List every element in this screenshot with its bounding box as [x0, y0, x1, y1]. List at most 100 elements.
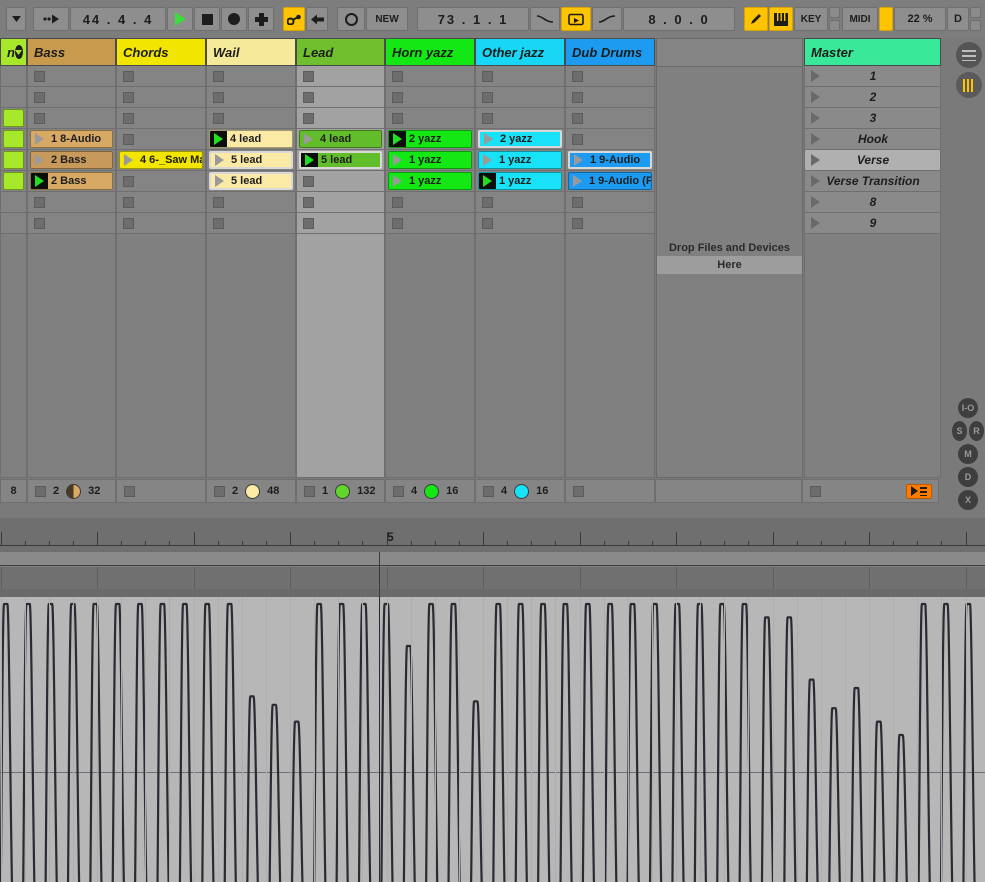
clip[interactable]: 5 lead	[209, 151, 293, 169]
scene-launch-icon[interactable]	[811, 175, 820, 187]
clip-slot[interactable]	[296, 108, 385, 129]
clip-slot[interactable]: 2 yazz	[475, 129, 565, 150]
clip-slot[interactable]: 1 yazz	[475, 171, 565, 192]
scene-row[interactable]: 1	[804, 66, 941, 87]
track-pan-knob[interactable]	[424, 483, 440, 499]
returns-toggle[interactable]: R	[969, 421, 984, 441]
clip-slot[interactable]	[385, 87, 475, 108]
clip[interactable]: 5 lead	[299, 151, 382, 169]
clip-slot[interactable]	[475, 192, 565, 213]
track-header[interactable]: Horn yazz	[385, 38, 475, 66]
sends-toggle[interactable]: S	[952, 421, 967, 441]
clip-stop-button[interactable]	[392, 196, 403, 208]
clip-slot[interactable]	[27, 108, 116, 129]
clip-slot[interactable]	[475, 87, 565, 108]
clip-stop-button[interactable]	[482, 70, 493, 82]
metronome-tap-icon[interactable]	[33, 7, 69, 31]
clip-stop-button[interactable]	[303, 217, 314, 229]
clip-stop-button[interactable]	[303, 91, 314, 103]
clip[interactable]: 1 yazz	[388, 151, 472, 169]
clip[interactable]: 1 yazz	[478, 172, 562, 190]
clip-stop-button[interactable]	[123, 133, 134, 145]
clip-stop-button[interactable]	[392, 70, 403, 82]
master-activator[interactable]	[810, 485, 821, 497]
clip-stop-button[interactable]	[213, 91, 224, 103]
clip-stop-button[interactable]	[572, 196, 583, 208]
clip-launch-icon[interactable]	[31, 131, 48, 147]
track-header[interactable]: Lead	[296, 38, 385, 66]
clip-slot[interactable]: 2 Bass	[27, 171, 116, 192]
master-track-header[interactable]: Master	[804, 38, 941, 66]
clip-stop-button[interactable]	[34, 70, 45, 82]
clip-slot[interactable]	[385, 192, 475, 213]
clip-stop-button[interactable]	[303, 112, 314, 124]
clip[interactable]: 2 Bass	[30, 172, 113, 190]
clip-slot[interactable]: 1 yazz	[385, 150, 475, 171]
clip-slot[interactable]	[565, 66, 655, 87]
clip-slot[interactable]	[296, 87, 385, 108]
clip-stop-button[interactable]	[572, 217, 583, 229]
in-out-toggle[interactable]: I-O	[958, 398, 978, 418]
clip-slot[interactable]	[0, 213, 27, 234]
track-activator[interactable]	[393, 485, 404, 497]
clip-slot[interactable]	[565, 108, 655, 129]
clip-launch-icon[interactable]	[479, 152, 496, 168]
scene-row[interactable]: 8	[804, 192, 941, 213]
clip-slot[interactable]	[0, 171, 27, 192]
clip-launch-icon[interactable]	[570, 153, 587, 167]
clip[interactable]: 2 yazz	[388, 130, 472, 148]
arrangement-position[interactable]: 44 . 4 . 4	[70, 7, 166, 31]
loop-start-field[interactable]: 73 . 1 . 1	[417, 7, 529, 31]
clip[interactable]: 2 yazz	[478, 130, 562, 148]
track-activator[interactable]	[35, 485, 46, 497]
scene-row[interactable]: 2	[804, 87, 941, 108]
clip-launch-icon[interactable]	[389, 173, 406, 189]
clip-stop-button[interactable]	[123, 175, 134, 187]
chevron-down-icon[interactable]	[6, 7, 26, 31]
clip-slot[interactable]	[0, 192, 27, 213]
clip[interactable]: 4 6-_Saw Ma	[119, 151, 203, 169]
waveform-display[interactable]	[0, 597, 985, 882]
clip-stop-button[interactable]	[572, 91, 583, 103]
clip-slot[interactable]	[565, 87, 655, 108]
mini-slot-top[interactable]	[829, 7, 840, 18]
clip-slot[interactable]: 4 6-_Saw Ma	[116, 150, 206, 171]
scene-launch-icon[interactable]	[811, 70, 820, 82]
clip-slot[interactable]	[206, 66, 296, 87]
loop-switch-icon[interactable]	[561, 7, 591, 31]
track-activator[interactable]	[304, 485, 315, 497]
clip[interactable]: 1 yazz	[388, 172, 472, 190]
clip-slot[interactable]	[27, 192, 116, 213]
clip[interactable]: 1 9-Audio (F	[568, 172, 652, 190]
clip[interactable]: 1 8-Audio	[30, 130, 113, 148]
clip-slot[interactable]	[206, 87, 296, 108]
clip-slot[interactable]	[565, 129, 655, 150]
clip-slot[interactable]: 5 lead	[296, 150, 385, 171]
clip-play-icon[interactable]	[389, 131, 406, 147]
clip[interactable]: 4 lead	[209, 130, 293, 148]
scene-row[interactable]: Verse	[804, 150, 941, 171]
scene-launch-icon[interactable]	[811, 154, 820, 166]
clip-stop-button[interactable]	[123, 112, 134, 124]
clip-slot[interactable]: 2 Bass	[27, 150, 116, 171]
track-header-partial[interactable]: n	[0, 38, 27, 66]
stop-button[interactable]	[194, 7, 220, 31]
track-activator[interactable]	[124, 485, 135, 497]
clip-slot[interactable]	[116, 171, 206, 192]
track-activator[interactable]	[483, 485, 494, 497]
clip-stop-button[interactable]	[572, 70, 583, 82]
clip-slot[interactable]: 1 8-Audio	[27, 129, 116, 150]
clip-stop-button[interactable]	[303, 70, 314, 82]
clip-play-icon[interactable]	[31, 173, 48, 189]
scene-row[interactable]: Hook	[804, 129, 941, 150]
clip-slot[interactable]: 1 9-Audio	[565, 150, 655, 171]
clip-stop-button[interactable]	[303, 196, 314, 208]
clip-stop-button[interactable]	[392, 217, 403, 229]
clip-slot[interactable]	[0, 87, 27, 108]
mixer-bars-icon[interactable]	[955, 72, 982, 98]
clip-slot[interactable]: 5 lead	[206, 171, 296, 192]
track-pan-knob[interactable]	[245, 483, 261, 499]
clip-slot[interactable]	[296, 66, 385, 87]
timeline-ruler[interactable]: 5	[0, 518, 985, 552]
clip-stop-button[interactable]	[34, 91, 45, 103]
